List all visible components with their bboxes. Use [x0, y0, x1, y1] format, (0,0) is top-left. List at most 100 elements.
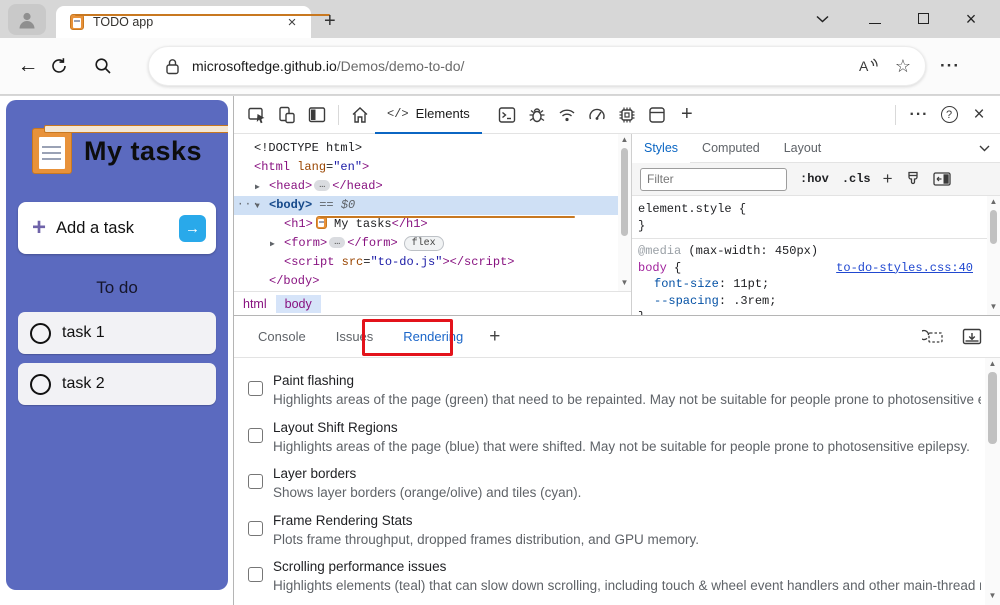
stylesheet-link[interactable]: to-do-styles.css:40 — [836, 260, 973, 277]
tab-issues[interactable]: Issues — [336, 329, 374, 344]
rendering-option: Layout Shift Regions Highlights areas of… — [248, 418, 981, 456]
drawer-more-tabs-icon[interactable]: + — [489, 326, 500, 348]
plus-icon: + — [32, 216, 46, 240]
element-style-close: } — [638, 218, 987, 235]
media-query-line[interactable]: @media (max-width: 450px) — [638, 243, 987, 260]
scroll-up-icon[interactable]: ▲ — [989, 358, 997, 370]
toggle-class-button[interactable]: .cls — [842, 172, 871, 186]
home-icon[interactable] — [345, 100, 375, 130]
more-tools-plus-icon[interactable]: + — [672, 100, 702, 130]
expand-arrow-icon[interactable]: ▶ — [270, 235, 275, 254]
dom-tree-line[interactable]: <h1> My tasks</h1> — [234, 215, 618, 234]
paint-flashing-checkbox[interactable] — [248, 381, 263, 396]
ellipsis-button[interactable]: … — [329, 237, 345, 248]
new-tab-button[interactable]: + — [324, 10, 336, 33]
close-window-icon[interactable]: × — [960, 9, 982, 30]
url-text[interactable]: microsoftedge.github.io/Demos/demo-to-do… — [192, 58, 841, 74]
breadcrumb-html[interactable]: html — [234, 295, 276, 313]
scrolling-performance-checkbox[interactable] — [248, 567, 263, 582]
scroll-down-icon[interactable]: ▼ — [621, 277, 629, 289]
option-label[interactable]: Paint flashing — [273, 371, 981, 390]
css-declaration[interactable]: font-size: 11pt; — [638, 276, 987, 293]
tab-elements[interactable]: </> Elements — [375, 96, 482, 134]
layout-shift-regions-checkbox[interactable] — [248, 428, 263, 443]
toggle-element-state-icon[interactable] — [933, 172, 951, 186]
css-declaration[interactable]: --spacing: .3rem; — [638, 293, 987, 310]
task-row[interactable]: task 1 — [18, 312, 216, 354]
tab-styles[interactable]: Styles — [632, 134, 690, 163]
inspect-element-icon[interactable] — [242, 100, 272, 130]
dom-tree-line[interactable]: <!DOCTYPE html> — [234, 139, 618, 158]
task-checkbox[interactable] — [30, 374, 51, 395]
collapse-arrow-icon[interactable]: ▼ — [255, 197, 260, 216]
address-bar[interactable]: microsoftedge.github.io/Demos/demo-to-do… — [148, 46, 926, 86]
drawer-collapse-icon[interactable] — [962, 328, 982, 345]
dom-tree-line[interactable]: </body> — [234, 272, 618, 291]
option-label[interactable]: Scrolling performance issues — [273, 557, 981, 576]
dock-side-icon[interactable] — [302, 100, 332, 130]
tab-computed[interactable]: Computed — [690, 134, 772, 163]
styles-scrollbar[interactable]: ▲ ▼ — [987, 196, 1000, 315]
search-icon[interactable] — [94, 57, 138, 75]
dom-tree-scrollbar[interactable]: ▲ ▼ — [618, 134, 631, 291]
url-host: microsoftedge.github.io — [192, 58, 337, 74]
maximize-icon[interactable] — [912, 11, 934, 27]
add-task-field[interactable]: + Add a task → — [18, 202, 216, 254]
memory-cpu-icon[interactable] — [612, 100, 642, 130]
page-title: My tasks — [84, 136, 202, 167]
dom-tree-line[interactable]: ▶<head>…</head> — [234, 177, 618, 196]
device-emulation-icon[interactable] — [272, 100, 302, 130]
devtools-help-icon[interactable]: ? — [934, 100, 964, 130]
styles-filter-input[interactable] — [640, 168, 787, 191]
console-tool-icon[interactable] — [492, 100, 522, 130]
browser-tab[interactable]: TODO app × — [56, 6, 311, 38]
breadcrumb-body[interactable]: body — [276, 295, 321, 313]
layer-borders-checkbox[interactable] — [248, 474, 263, 489]
dom-tree-line[interactable]: ▶<form>…</form>flex — [234, 234, 618, 253]
rendering-scrollbar[interactable]: ▲ ▼ — [985, 358, 1000, 605]
tab-layout[interactable]: Layout — [772, 134, 834, 163]
drawer-history-icon[interactable] — [922, 328, 944, 346]
rendering-brush-icon[interactable] — [905, 171, 921, 187]
task-row[interactable]: task 2 — [18, 363, 216, 405]
devtools-more-icon[interactable]: ··· — [904, 100, 934, 130]
read-aloud-icon[interactable]: A — [857, 57, 879, 75]
browser-menu-icon[interactable]: ··· — [940, 56, 960, 76]
more-tabs-chevron-icon[interactable] — [979, 145, 990, 152]
debug-bug-icon[interactable] — [522, 100, 552, 130]
application-storage-icon[interactable] — [642, 100, 672, 130]
favorites-star-icon[interactable]: ☆ — [895, 56, 911, 77]
back-icon[interactable]: ← — [6, 54, 50, 78]
add-task-submit-button[interactable]: → — [179, 215, 206, 242]
option-label[interactable]: Layer borders — [273, 464, 981, 483]
option-label[interactable]: Frame Rendering Stats — [273, 511, 981, 530]
scroll-up-icon[interactable]: ▲ — [990, 196, 998, 208]
flex-badge[interactable]: flex — [404, 236, 444, 251]
refresh-icon[interactable] — [50, 57, 94, 75]
task-checkbox[interactable] — [30, 323, 51, 344]
devtools-close-icon[interactable]: × — [964, 100, 994, 130]
dom-tree-line[interactable]: <script src="to-do.js"></script> — [234, 253, 618, 272]
css-rule-header[interactable]: body {to-do-styles.css:40 — [638, 260, 987, 277]
network-conditions-icon[interactable] — [552, 100, 582, 130]
dom-tree-line-selected[interactable]: ···▼<body>== $0 — [234, 196, 618, 215]
dom-tree-line[interactable]: <html lang="en"> — [234, 158, 618, 177]
tab-console[interactable]: Console — [258, 329, 306, 344]
tab-rendering[interactable]: Rendering — [403, 329, 463, 344]
scroll-down-icon[interactable]: ▼ — [989, 590, 997, 602]
expand-arrow-icon[interactable]: ▶ — [255, 178, 260, 197]
tab-elements-label: Elements — [416, 106, 470, 121]
toggle-hover-state-button[interactable]: :hov — [800, 172, 829, 186]
minimize-icon[interactable] — [864, 11, 886, 27]
new-style-rule-icon[interactable]: + — [883, 169, 893, 189]
frame-rendering-stats-checkbox[interactable] — [248, 521, 263, 536]
element-style-rule[interactable]: element.style { — [638, 201, 987, 218]
option-label[interactable]: Layout Shift Regions — [273, 418, 981, 437]
tab-actions-chevron-icon[interactable] — [816, 15, 838, 23]
tab-close-icon[interactable]: × — [283, 14, 301, 31]
ellipsis-button[interactable]: … — [314, 180, 330, 191]
scroll-up-icon[interactable]: ▲ — [621, 134, 629, 146]
scroll-down-icon[interactable]: ▼ — [990, 301, 998, 313]
performance-gauge-icon[interactable] — [582, 100, 612, 130]
profile-avatar[interactable] — [8, 4, 46, 35]
